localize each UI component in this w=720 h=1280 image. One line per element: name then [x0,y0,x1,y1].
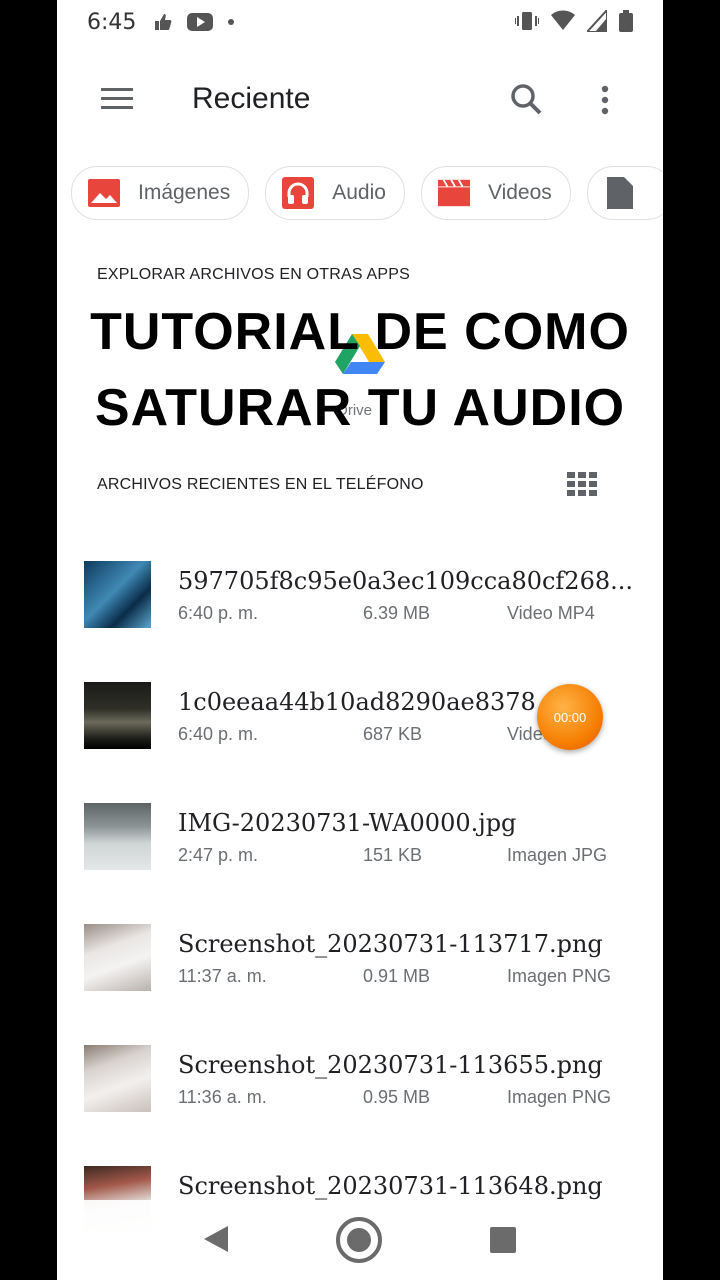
file-type: Imagen PNG [507,1087,612,1107]
vibrate-icon [515,12,539,30]
file-time: 11:37 a. m. [178,966,267,986]
file-row[interactable]: IMG-20230731-WA0000.jpg 2:47 p. m. 151 K… [57,803,663,903]
recent-apps-icon[interactable] [490,1227,516,1253]
more-options-button[interactable] [593,80,617,120]
youtube-icon [187,13,213,31]
search-button[interactable] [507,80,547,120]
file-time: 6:40 p. m. [178,724,259,744]
file-row[interactable]: 597705f8c95e0a3ec109cca80cf268... 6:40 p… [57,561,663,661]
screen-recorder-bubble[interactable]: 00:00 [537,684,603,750]
system-icons [515,10,633,32]
chip-images[interactable]: Imágenes [71,166,250,220]
file-thumbnail [84,561,151,628]
explore-apps-heading: EXPLORAR ARCHIVOS EN OTRAS APPS [97,266,410,283]
menu-button[interactable] [97,82,137,118]
file-type: Imagen JPG [507,845,608,865]
thumbs-up-icon [155,14,172,30]
notification-icons [153,12,235,32]
app-bar: Reciente [57,60,663,140]
file-size: 151 KB [363,845,423,865]
chip-videos-label: Videos [487,181,552,204]
chip-videos[interactable]: Videos [420,166,571,220]
search-icon [511,84,542,115]
file-size: 0.95 MB [363,1087,431,1107]
file-type: Video MP4 [507,603,595,623]
file-row[interactable]: Screenshot_20230731-113655.png 11:36 a. … [57,1045,663,1145]
battery-icon [619,10,633,32]
category-chips: Imágenes Audio Videos [71,166,663,220]
chip-images-label: Imágenes [138,181,231,204]
status-time: 6:45 [87,10,137,35]
chip-audio[interactable]: Audio [265,166,405,220]
navigation-bar [57,1200,663,1280]
wifi-icon [551,10,575,30]
file-thumbnail [84,803,151,870]
file-name: Screenshot_20230731-113648.png [178,1172,603,1200]
file-time: 6:40 p. m. [178,603,259,623]
dot-icon [228,19,234,25]
file-size: 0.91 MB [363,966,431,986]
file-time: 11:36 a. m. [178,1087,267,1107]
image-icon [88,177,120,209]
status-bar: 6:45 [57,0,663,46]
document-icon [604,177,636,209]
page-title: Reciente [192,82,311,115]
grid-view-button[interactable] [567,472,597,496]
phone-screen: 6:45 Reciente Imágenes Audio Videos EXPL… [57,0,663,1280]
overlay-title-line2: SATURAR TU AUDIO [94,379,626,437]
file-size: 687 KB [363,724,423,744]
file-thumbnail [84,924,151,991]
cell-signal-icon [587,10,607,32]
file-thumbnail [84,1045,151,1112]
recorder-time: 00:00 [553,709,587,725]
overlay-title-line1: TUTORIAL DE COMO [90,303,630,361]
more-vert-icon [601,85,609,115]
file-name: 597705f8c95e0a3ec109cca80cf268... [178,567,634,595]
hamburger-icon [101,88,133,91]
file-time: 2:47 p. m. [178,845,259,865]
file-size: 6.39 MB [363,603,431,623]
file-name: IMG-20230731-WA0000.jpg [178,809,517,837]
home-icon[interactable] [335,1216,383,1264]
file-thumbnail [84,682,151,749]
grid-view-icon [567,472,597,496]
chip-documents[interactable] [586,166,663,220]
file-type: Imagen PNG [507,966,612,986]
file-row[interactable]: Screenshot_20230731-113717.png 11:37 a. … [57,924,663,1024]
headphones-icon [282,177,315,209]
chip-audio-label: Audio [332,181,386,204]
file-name: Screenshot_20230731-113655.png [178,1051,603,1079]
clapperboard-icon [437,177,470,209]
back-icon[interactable] [202,1224,230,1254]
recent-files-heading: ARCHIVOS RECIENTES EN EL TELÉFONO [97,476,424,493]
file-name: Screenshot_20230731-113717.png [178,930,603,958]
